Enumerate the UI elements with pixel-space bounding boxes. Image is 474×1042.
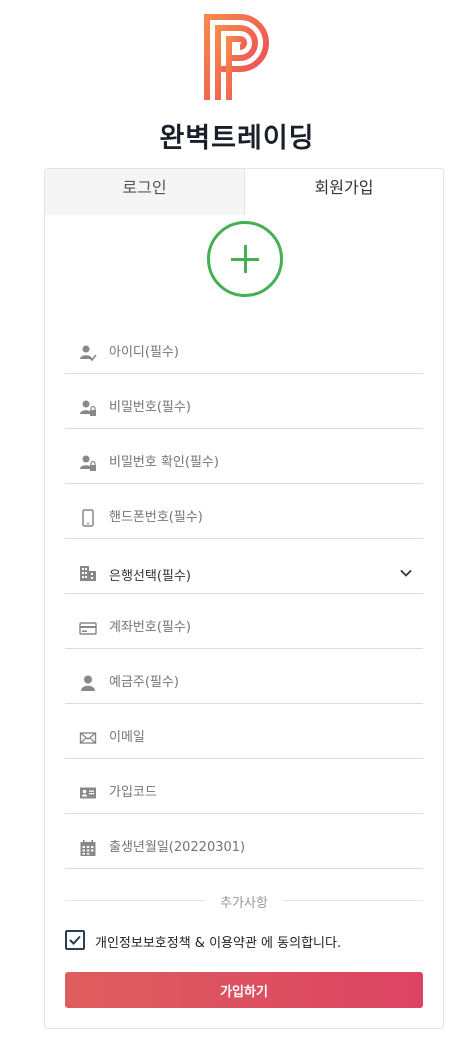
agreement-row: 개인정보보호정책 & 이용약관 에 동의합니다. [65,929,423,951]
bank-select[interactable]: 은행선택(필수) [65,554,423,594]
account-number-input[interactable] [109,620,399,635]
password-confirm-input[interactable] [109,455,399,470]
account-holder-field[interactable] [65,664,423,704]
checkmark-icon [69,935,81,945]
user-icon [81,675,95,691]
p-logo-icon [204,14,269,100]
bank-select-value: 은행선택(필수) [109,569,191,584]
signup-card: 로그인 회원가입 아이디(필수) 핸드폰번호(필수) 은행선택(필수) 계좌번호… [44,168,444,1029]
divider-label: 추가사항 [220,896,268,911]
divider-line-right [283,900,423,901]
account-holder-input[interactable] [109,675,399,690]
password-confirm-field[interactable] [65,444,423,484]
tab-signup[interactable]: 회원가입 [245,169,443,215]
user-lock-icon [80,400,96,416]
phone-icon [82,509,94,527]
phone-field[interactable] [65,499,423,539]
phone-input[interactable] [109,510,399,525]
logo [0,14,474,102]
user-lock-icon [80,455,96,471]
email-input[interactable] [109,730,399,745]
signup-code-field[interactable] [65,774,423,814]
id-card-icon [80,787,96,799]
user-id-input[interactable] [109,345,399,360]
password-input[interactable] [109,400,399,415]
password-field[interactable] [65,389,423,429]
tab-login[interactable]: 로그인 [45,169,245,215]
user-check-icon [80,345,97,362]
account-number-field[interactable] [65,609,423,649]
chevron-down-icon [400,569,412,577]
building-icon [80,566,96,581]
calendar-icon [80,840,96,856]
card-icon [79,622,97,635]
birthdate-input[interactable] [109,840,399,855]
add-photo-button[interactable] [207,221,283,297]
auth-tabs: 로그인 회원가입 [45,169,443,215]
user-id-field[interactable] [65,334,423,374]
signup-code-input[interactable] [109,785,399,800]
agreement-checkbox[interactable] [65,930,85,950]
agreement-text[interactable]: 개인정보보호정책 & 이용약관 에 동의합니다. [95,932,341,951]
signup-submit-button[interactable]: 가입하기 [65,972,423,1008]
mail-icon [79,732,97,744]
brand-title: 완벽트레이딩 [159,123,315,154]
section-divider: 추가사항 [65,890,423,911]
birthdate-field[interactable] [65,829,423,869]
email-field[interactable] [65,719,423,759]
